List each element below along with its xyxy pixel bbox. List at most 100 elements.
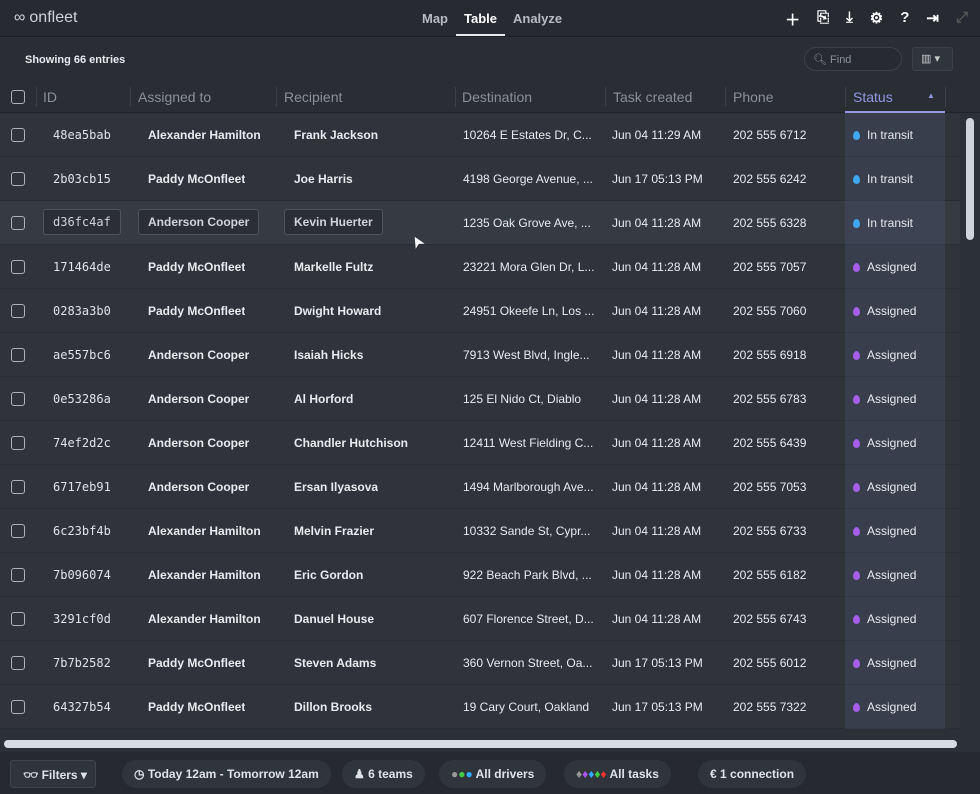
status-pin-icon xyxy=(853,483,860,492)
row-checkbox[interactable] xyxy=(11,304,25,318)
task-created: Jun 04 11:28 AM xyxy=(612,480,702,494)
status-pin-icon xyxy=(853,263,860,272)
column-destination[interactable]: Destination xyxy=(462,89,532,105)
recipient: Melvin Frazier xyxy=(294,524,375,538)
status-pin-icon xyxy=(853,571,860,580)
recipient: Kevin Huerter xyxy=(284,209,383,235)
column-phone[interactable]: Phone xyxy=(733,89,773,105)
assigned-to: Anderson Cooper xyxy=(148,392,250,406)
logo[interactable]: ∞ onfleet xyxy=(14,9,77,27)
table-row[interactable]: 64327b54 Paddy McOnfleet Dillon Brooks 1… xyxy=(0,685,960,729)
tasks-filter[interactable]: ♦♦♦♦♦ All tasks xyxy=(564,760,671,788)
task-created: Jun 17 05:13 PM xyxy=(612,656,703,670)
table-row[interactable]: 74ef2d2c Anderson Cooper Chandler Hutchi… xyxy=(0,421,960,465)
task-created: Jun 17 05:13 PM xyxy=(612,700,703,714)
assigned-to: Anderson Cooper xyxy=(148,348,250,362)
column-task-created[interactable]: Task created xyxy=(613,89,692,105)
task-created: Jun 04 11:28 AM xyxy=(612,392,702,406)
table-row[interactable]: 48ea5bab Alexander Hamilton Frank Jackso… xyxy=(0,113,960,157)
status-pin-icon xyxy=(853,395,860,404)
table-toolbar: Showing 66 entries 🔍︎ Find ▥ ▾ xyxy=(0,38,980,80)
phone: 202 555 6328 xyxy=(733,216,807,230)
status: Assigned xyxy=(853,436,916,450)
recipient: Frank Jackson xyxy=(294,128,379,142)
destination: 10332 Sande St, Cypr... xyxy=(463,524,591,538)
vertical-scrollbar[interactable] xyxy=(966,118,974,240)
destination: 24951 Okeefe Ln, Los ... xyxy=(463,304,595,318)
recipient: Markelle Fultz xyxy=(294,260,374,274)
select-all-checkbox[interactable] xyxy=(11,90,25,104)
status: Assigned xyxy=(853,568,916,582)
status-pin-icon xyxy=(853,131,860,140)
help-icon[interactable]: ? xyxy=(900,9,909,30)
table-row[interactable]: d36fc4af Anderson Cooper Kevin Huerter 1… xyxy=(0,201,960,245)
task-id: 7b7b2582 xyxy=(53,656,111,670)
recipient: Dwight Howard xyxy=(294,304,382,318)
column-status[interactable]: Status ▲ xyxy=(845,80,945,113)
assigned-to: Paddy McOnfleet xyxy=(148,656,246,670)
destination: 125 El Nido Ct, Diablo xyxy=(463,392,582,406)
tab-map[interactable]: Map xyxy=(414,0,456,36)
table-row[interactable]: 0e53286a Anderson Cooper Al Horford 125 … xyxy=(0,377,960,421)
row-checkbox[interactable] xyxy=(11,436,25,450)
status-pin-icon xyxy=(853,659,860,668)
row-checkbox[interactable] xyxy=(11,700,25,714)
column-recipient[interactable]: Recipient xyxy=(284,89,342,105)
recipient: Al Horford xyxy=(294,392,354,406)
time-range-filter[interactable]: ◷ Today 12am - Tomorrow 12am xyxy=(122,760,331,788)
row-checkbox[interactable] xyxy=(11,524,25,538)
column-id[interactable]: ID xyxy=(43,89,57,105)
assigned-to: Paddy McOnfleet xyxy=(148,172,246,186)
expand-icon[interactable]: ⤢ xyxy=(956,9,968,30)
plus-icon[interactable]: ＋ xyxy=(785,9,800,30)
table-row[interactable]: 2b03cb15 Paddy McOnfleet Joe Harris 4198… xyxy=(0,157,960,201)
drivers-filter[interactable]: ●●● All drivers xyxy=(439,760,547,788)
filters-button[interactable]: 👓︎ Filters ▾ xyxy=(10,760,96,788)
destination: 12411 West Fielding C... xyxy=(463,436,594,450)
table-row[interactable]: 6c23bf4b Alexander Hamilton Melvin Frazi… xyxy=(0,509,960,553)
assigned-to: Anderson Cooper xyxy=(148,480,250,494)
import-icon[interactable]: ⎘ xyxy=(817,9,829,30)
row-checkbox[interactable] xyxy=(11,392,25,406)
table-row[interactable]: 171464de Paddy McOnfleet Markelle Fultz … xyxy=(0,245,960,289)
assigned-to: Paddy McOnfleet xyxy=(148,304,246,318)
row-checkbox[interactable] xyxy=(11,656,25,670)
recipient: Ersan Ilyasova xyxy=(294,480,379,494)
status: Assigned xyxy=(853,656,916,670)
phone: 202 555 6439 xyxy=(733,436,807,450)
row-checkbox[interactable] xyxy=(11,568,25,582)
gear-icon[interactable]: ⚙ xyxy=(870,9,883,30)
table-row[interactable]: 3291cf0d Alexander Hamilton Danuel House… xyxy=(0,597,960,641)
table-row[interactable]: 7b7b2582 Paddy McOnfleet Steven Adams 36… xyxy=(0,641,960,685)
logout-icon[interactable]: ⇥ xyxy=(926,9,939,30)
horizontal-scrollbar[interactable] xyxy=(4,740,957,748)
columns-button[interactable]: ▥ ▾ xyxy=(912,47,953,71)
tab-table[interactable]: Table xyxy=(456,0,505,36)
row-checkbox[interactable] xyxy=(11,172,25,186)
main-nav: Map Table Analyze xyxy=(414,0,570,36)
recipient: Dillon Brooks xyxy=(294,700,373,714)
table-row[interactable]: 6717eb91 Anderson Cooper Ersan Ilyasova … xyxy=(0,465,960,509)
task-id: 6c23bf4b xyxy=(53,524,111,538)
task-id: ae557bc6 xyxy=(53,348,111,362)
column-assigned-to[interactable]: Assigned to xyxy=(138,89,211,105)
recipient: Steven Adams xyxy=(294,656,377,670)
teams-filter[interactable]: ♟ 6 teams xyxy=(342,760,425,788)
row-checkbox[interactable] xyxy=(11,128,25,142)
row-checkbox[interactable] xyxy=(11,260,25,274)
phone: 202 555 6918 xyxy=(733,348,807,362)
status-pin-icon xyxy=(853,351,860,360)
status: In transit xyxy=(853,172,913,186)
table-row[interactable]: ae557bc6 Anderson Cooper Isaiah Hicks 79… xyxy=(0,333,960,377)
row-checkbox[interactable] xyxy=(11,480,25,494)
row-checkbox[interactable] xyxy=(11,216,25,230)
row-checkbox[interactable] xyxy=(11,612,25,626)
table-row[interactable]: 7b096074 Alexander Hamilton Eric Gordon … xyxy=(0,553,960,597)
download-icon[interactable]: ⤓ xyxy=(846,9,853,30)
row-checkbox[interactable] xyxy=(11,348,25,362)
columns-icon: ▥ ▾ xyxy=(921,53,940,65)
table-row[interactable]: 0283a3b0 Paddy McOnfleet Dwight Howard 2… xyxy=(0,289,960,333)
search-input[interactable]: 🔍︎ Find xyxy=(804,47,902,71)
connection-filter[interactable]: € 1 connection xyxy=(698,760,807,788)
tab-analyze[interactable]: Analyze xyxy=(505,0,570,36)
